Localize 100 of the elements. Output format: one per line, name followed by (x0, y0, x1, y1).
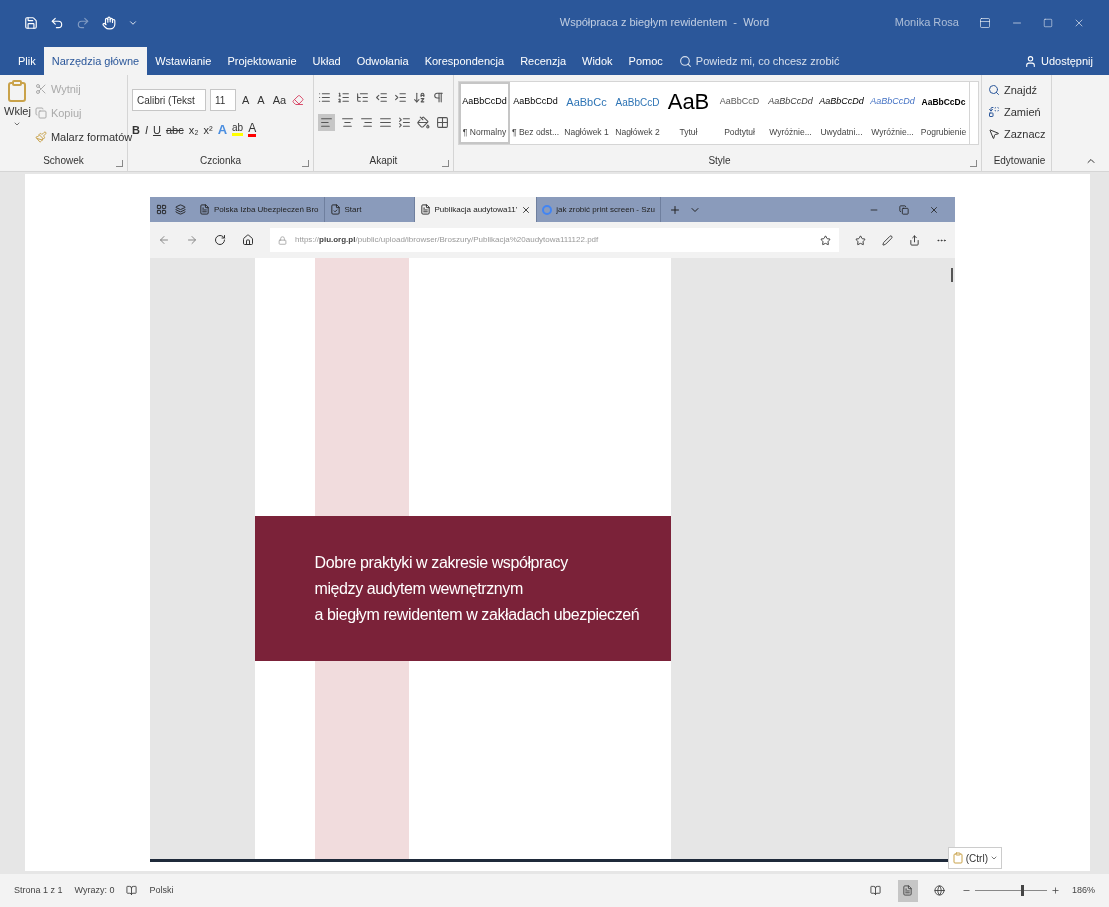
view-button[interactable] (897, 879, 918, 902)
ribbon-tab[interactable]: Korespondencja (416, 47, 513, 75)
touch-mode-icon[interactable] (102, 15, 116, 30)
align-center-icon[interactable] (341, 116, 354, 129)
style-item[interactable]: AaBbCcDd Wyróżnie... (765, 82, 816, 144)
clipboard-button[interactable]: Malarz formatów (34, 127, 133, 147)
borders-icon[interactable] (436, 116, 449, 129)
editing-button[interactable]: Znajdź (988, 81, 1051, 99)
favorites-icon[interactable] (855, 234, 866, 246)
language: Polski (149, 883, 174, 897)
share-button[interactable]: Udostępnij (1024, 47, 1093, 75)
font-name-field[interactable]: Calibri (Tekst (132, 89, 206, 111)
dialog-launcher-icon[interactable] (302, 160, 309, 167)
multilevel-list-icon[interactable] (356, 91, 369, 104)
user-name: Monika Rosa (894, 15, 959, 31)
window-title: Współpraca z biegłym rewidentem - Word (558, 15, 771, 31)
new-tab-icon[interactable] (668, 203, 681, 216)
highlight-button[interactable]: ab (232, 123, 244, 137)
style-item[interactable]: AaBbCcDd Uwydatni... (816, 82, 867, 144)
ribbon-tab[interactable]: Wstawianie (147, 47, 220, 75)
refresh-icon[interactable] (214, 234, 226, 246)
start-icon (329, 204, 341, 215)
font-tool-button[interactable]: abc (165, 121, 184, 138)
banner-text: a biegłym rewidentem w zakładach ubezpieczeń (314, 604, 641, 625)
ribbon-tab[interactable]: Plik (10, 47, 44, 75)
undo-icon[interactable] (50, 15, 64, 30)
scissors-icon (34, 83, 47, 95)
font-tool-button[interactable]: x₂ (188, 121, 199, 138)
justify-icon[interactable] (379, 116, 392, 129)
paintbrush-icon (34, 131, 47, 143)
ribbon-tab[interactable]: Pomoc (620, 47, 671, 75)
page-icon (199, 204, 210, 215)
ribbon-tab[interactable]: Projektowanie (219, 47, 305, 75)
banner-text: między audytem wewnętrznym (314, 578, 524, 599)
dialog-launcher-icon[interactable] (970, 160, 977, 167)
style-item[interactable]: AaBbCcDd ¶ Normalny (459, 82, 510, 144)
paste-button[interactable]: Wklej (4, 79, 31, 153)
page-count: Strona 1 z 1 (14, 883, 63, 897)
tell-me-field[interactable]: Powiedz mi, co chcesz zrobić (678, 47, 840, 75)
style-item[interactable]: AaBbCcDd Wyróżnie... (867, 82, 918, 144)
person-icon (1024, 54, 1037, 68)
font-size-field[interactable]: 11 (210, 89, 236, 111)
style-item[interactable]: AaBbCc Nagłówek 1 (561, 82, 612, 144)
share-icon[interactable] (909, 234, 920, 246)
increase-indent-icon[interactable] (394, 91, 407, 104)
lock-icon (278, 235, 287, 245)
save-icon[interactable] (24, 15, 38, 30)
set-aside-tabs-icon[interactable] (175, 204, 186, 215)
font-tool-button[interactable]: A (240, 91, 252, 109)
numbering-icon[interactable] (337, 91, 350, 104)
style-item[interactable]: AaBbCcDc Pogrubienie (918, 82, 969, 144)
editing-button[interactable]: Zaznacz (988, 125, 1051, 143)
font-tool-button[interactable]: A (255, 91, 267, 109)
style-item[interactable]: AaBbCcD Nagłówek 2 (612, 82, 663, 144)
ribbon-tab[interactable]: Narzędzia główne (43, 47, 148, 75)
style-item[interactable]: AaB Tytuł (663, 82, 714, 144)
group-label: Czcionka (199, 154, 242, 168)
font-tool-button[interactable]: B (132, 121, 140, 138)
editing-button[interactable]: Zamień (988, 103, 1051, 121)
ribbon-tab[interactable]: Recenzja (512, 47, 574, 75)
address-field[interactable]: https://piu.org.pl/public/upload/ibrowser/Broszury/Publikacja%20audytowa111122.pdf (270, 228, 839, 252)
close-icon[interactable] (929, 204, 939, 215)
close-tab-icon[interactable] (521, 204, 532, 215)
book-icon (870, 885, 882, 896)
notes-icon[interactable] (882, 234, 893, 246)
line-spacing-icon[interactable] (398, 116, 411, 129)
banner-text: Dobre praktyki w zakresie współpracy (314, 552, 569, 573)
font-tool-button[interactable]: Aa (270, 91, 289, 109)
star-icon[interactable] (820, 234, 831, 246)
tab-preview-icon[interactable] (156, 204, 167, 215)
home-icon[interactable] (242, 234, 254, 246)
ribbon-tab[interactable]: Odwołania (348, 47, 417, 75)
dialog-launcher-icon[interactable] (442, 160, 449, 167)
pilcrow-icon[interactable] (432, 91, 445, 104)
bullets-icon[interactable] (318, 91, 331, 104)
zoom-in-icon[interactable] (1050, 886, 1060, 895)
restore-icon[interactable] (899, 204, 909, 215)
ribbon-tab[interactable]: Widok (574, 47, 621, 75)
search-icon (678, 54, 692, 68)
proofing-icon[interactable] (126, 885, 138, 896)
sort-icon[interactable] (413, 91, 426, 104)
align-left-icon[interactable] (318, 114, 335, 131)
browser-tab[interactable]: Publikacja audytowa11' (414, 197, 538, 222)
font-tool-button[interactable]: I (144, 121, 148, 138)
ribbon-tab[interactable]: Układ (304, 47, 349, 75)
decrease-indent-icon[interactable] (375, 91, 388, 104)
paste-options-button[interactable]: (Ctrl) (947, 847, 1002, 869)
dialog-launcher-icon[interactable] (116, 160, 123, 167)
ribbon-display-icon[interactable] (979, 16, 991, 29)
font-tool-button[interactable]: x² (203, 121, 213, 138)
align-right-icon[interactable] (360, 116, 373, 129)
restore-icon[interactable] (1043, 17, 1053, 28)
font-tool-button[interactable]: U (153, 121, 161, 138)
style-item[interactable]: AaBbCcDd ¶ Bez odst... (510, 82, 561, 144)
pointer-icon (988, 128, 1000, 140)
clear-format-icon[interactable] (292, 94, 305, 106)
shading-icon[interactable] (417, 116, 430, 129)
style-item[interactable]: AaBbCcD Podtytuł (714, 82, 765, 144)
font-color-button[interactable]: A (248, 122, 257, 138)
caret-icon (990, 854, 998, 862)
